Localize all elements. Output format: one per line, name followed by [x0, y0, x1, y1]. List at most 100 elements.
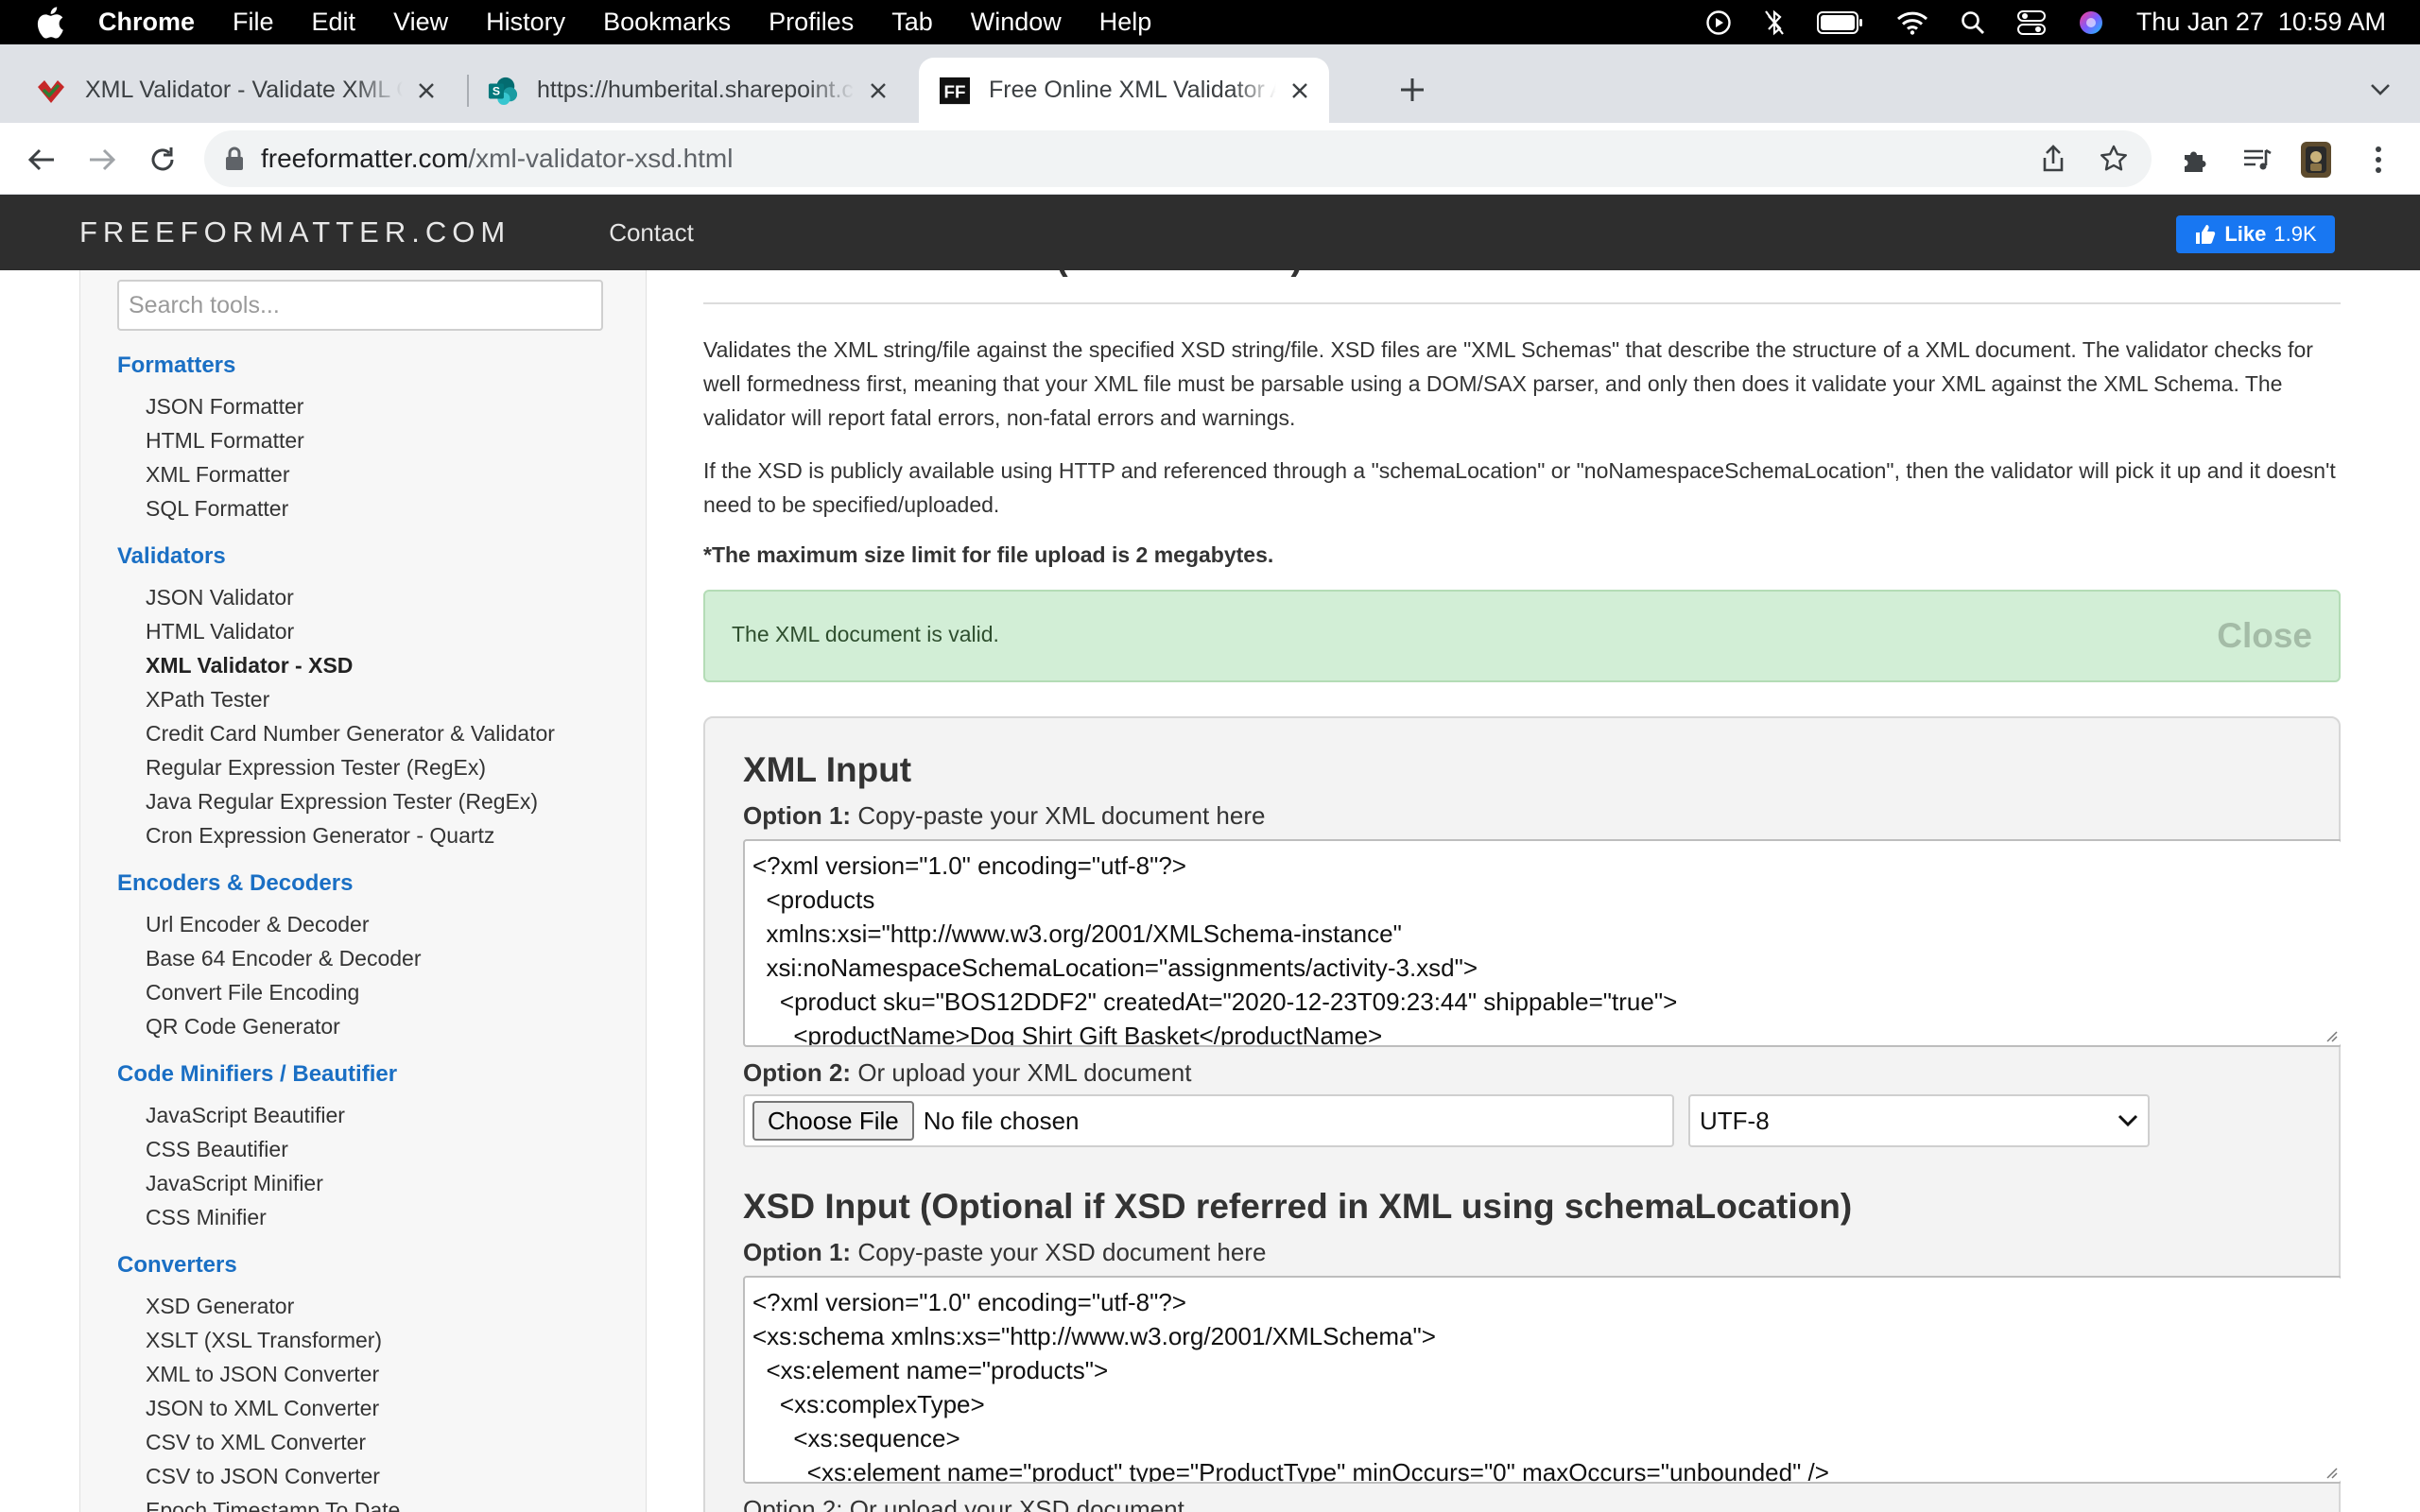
- tab-search-chevron-icon[interactable]: [2363, 73, 2397, 107]
- play-circle-icon[interactable]: [1705, 9, 1732, 36]
- tab-freeformatter[interactable]: FF Free Online XML Validator Against XSD: [919, 58, 1329, 123]
- menu-tab[interactable]: Tab: [891, 8, 933, 37]
- menu-file[interactable]: File: [233, 8, 274, 37]
- xml-option1-label: Option 1: Copy-paste your XML document h…: [743, 801, 1266, 830]
- tab-sharepoint[interactable]: S https://humberital.sharepoint.com: [473, 58, 908, 123]
- title-divider: [703, 302, 2341, 304]
- sidebar-item-convert-encoding[interactable]: Convert File Encoding: [146, 980, 359, 1005]
- sidebar-item-xml-to-json[interactable]: XML to JSON Converter: [146, 1362, 379, 1387]
- sharepoint-icon: S: [488, 76, 518, 106]
- sidebar-section-validators[interactable]: Validators: [117, 543, 226, 570]
- sidebar-item-xslt[interactable]: XSLT (XSL Transformer): [146, 1328, 382, 1353]
- back-arrow-icon[interactable]: [23, 141, 60, 179]
- sidebar-item-xpath-tester[interactable]: XPath Tester: [146, 687, 269, 713]
- sidebar-item-java-regex-tester[interactable]: Java Regular Expression Tester (RegEx): [146, 789, 538, 815]
- menu-edit[interactable]: Edit: [312, 8, 356, 37]
- upload-limit-note: *The maximum size limit for file upload …: [703, 542, 1274, 567]
- sidebar-item-css-beautifier[interactable]: CSS Beautifier: [146, 1137, 288, 1162]
- sidebar-item-xsd-generator[interactable]: XSD Generator: [146, 1294, 294, 1319]
- site-logo[interactable]: FREEFORMATTER.COM: [79, 215, 510, 249]
- sidebar-item-epoch-timestamp[interactable]: Epoch Timestamp To Date: [146, 1498, 400, 1512]
- browser-toolbar: freeformatter.com/xml-validator-xsd.html: [0, 123, 2420, 195]
- resize-handle-icon[interactable]: [2325, 1466, 2338, 1479]
- sidebar-item-html-validator[interactable]: HTML Validator: [146, 619, 294, 644]
- menu-profiles[interactable]: Profiles: [769, 8, 854, 37]
- sidebar-item-csv-to-xml[interactable]: CSV to XML Converter: [146, 1430, 366, 1455]
- alert-close-button[interactable]: Close: [2217, 616, 2312, 656]
- sidebar-item-csv-to-json[interactable]: CSV to JSON Converter: [146, 1464, 380, 1489]
- spotlight-search-icon[interactable]: [1961, 10, 1985, 35]
- lock-icon[interactable]: [225, 146, 244, 171]
- new-tab-plus-icon[interactable]: [1395, 73, 1429, 107]
- xml-encoding-select[interactable]: UTF-8: [1688, 1094, 2150, 1147]
- sidebar-item-js-minifier[interactable]: JavaScript Minifier: [146, 1171, 323, 1196]
- sidebar-item-json-to-xml[interactable]: JSON to XML Converter: [146, 1396, 379, 1421]
- menubar-clock[interactable]: Thu Jan 27 10:59 AM: [2136, 8, 2386, 37]
- sidebar-item-js-beautifier[interactable]: JavaScript Beautifier: [146, 1103, 345, 1128]
- menu-bookmarks[interactable]: Bookmarks: [603, 8, 731, 37]
- menu-help[interactable]: Help: [1099, 8, 1152, 37]
- sidebar-item-json-formatter[interactable]: JSON Formatter: [146, 394, 303, 420]
- xsd-input-textarea[interactable]: <?xml version="1.0" encoding="utf-8"?> <…: [743, 1276, 2341, 1484]
- sidebar-section-formatters[interactable]: Formatters: [117, 352, 235, 379]
- validator-form-panel: XML Input Option 1: Copy-paste your XML …: [703, 716, 2341, 1512]
- macos-menubar: Chrome File Edit View History Bookmarks …: [0, 0, 2420, 44]
- forward-arrow-icon[interactable]: [83, 141, 121, 179]
- sidebar-section-encoders[interactable]: Encoders & Decoders: [117, 870, 353, 897]
- menu-view[interactable]: View: [393, 8, 448, 37]
- schema-location-paragraph: If the XSD is publicly available using H…: [703, 458, 2336, 517]
- reload-icon[interactable]: [144, 141, 182, 179]
- sidebar-item-qr-code[interactable]: QR Code Generator: [146, 1014, 340, 1040]
- sidebar-item-regex-tester[interactable]: Regular Expression Tester (RegEx): [146, 755, 486, 781]
- sidebar-item-base64[interactable]: Base 64 Encoder & Decoder: [146, 946, 422, 971]
- svg-text:S: S: [493, 84, 500, 97]
- nav-contact-link[interactable]: Contact: [609, 218, 694, 248]
- sidebar-item-xml-validator-xsd[interactable]: XML Validator - XSD: [146, 653, 353, 679]
- sidebar-item-xml-formatter[interactable]: XML Formatter: [146, 462, 290, 488]
- description-paragraph: Validates the XML string/file against th…: [703, 337, 2313, 430]
- menu-window[interactable]: Window: [971, 8, 1062, 37]
- reading-list-icon[interactable]: [2238, 141, 2276, 179]
- sidebar-section-minifiers[interactable]: Code Minifiers / Beautifier: [117, 1061, 397, 1088]
- share-icon[interactable]: [2034, 140, 2072, 178]
- close-tab-icon[interactable]: [412, 77, 441, 105]
- thumbs-up-icon: [2196, 225, 2216, 244]
- bluetooth-off-icon[interactable]: [1764, 9, 1785, 37]
- xsd-option2-label: Option 2: Or upload your XSD document: [743, 1495, 1184, 1512]
- sidebar-item-css-minifier[interactable]: CSS Minifier: [146, 1205, 267, 1230]
- chrome-menu-kebab-icon[interactable]: [2360, 141, 2397, 179]
- close-tab-icon[interactable]: [1286, 77, 1314, 105]
- bookmark-star-icon[interactable]: [2095, 140, 2133, 178]
- sidebar-section-converters[interactable]: Converters: [117, 1252, 237, 1279]
- sidebar-item-url-encoder[interactable]: Url Encoder & Decoder: [146, 912, 370, 937]
- battery-icon[interactable]: [1816, 10, 1864, 35]
- xml-file-input[interactable]: Choose File No file chosen: [743, 1094, 1674, 1147]
- sidebar-item-json-validator[interactable]: JSON Validator: [146, 585, 294, 610]
- sidebar-item-credit-card[interactable]: Credit Card Number Generator & Validator: [146, 721, 555, 747]
- xml-choose-file-button[interactable]: Choose File: [752, 1101, 914, 1141]
- control-center-icon[interactable]: [2016, 9, 2046, 36]
- sidebar-item-sql-formatter[interactable]: SQL Formatter: [146, 496, 288, 522]
- extensions-puzzle-icon[interactable]: [2176, 141, 2214, 179]
- xsd-option1-label: Option 1: Copy-paste your XSD document h…: [743, 1238, 1267, 1266]
- profile-avatar[interactable]: [2297, 141, 2335, 179]
- sidebar-search-input[interactable]: [117, 280, 603, 331]
- wifi-icon[interactable]: [1896, 10, 1928, 35]
- xml-input-textarea[interactable]: <?xml version="1.0" encoding="utf-8"?> <…: [743, 839, 2341, 1047]
- tab-separator: [467, 75, 469, 107]
- encoding-value: UTF-8: [1700, 1106, 1770, 1135]
- close-tab-icon[interactable]: [864, 77, 892, 105]
- facebook-like-button[interactable]: Like 1.9K: [2176, 215, 2335, 253]
- siri-icon[interactable]: [2078, 9, 2104, 36]
- sidebar-item-cron-generator[interactable]: Cron Expression Generator - Quartz: [146, 823, 494, 849]
- menu-app-name[interactable]: Chrome: [98, 8, 195, 37]
- sidebar-item-html-formatter[interactable]: HTML Formatter: [146, 428, 304, 454]
- sidebar: Formatters JSON Formatter HTML Formatter…: [79, 270, 647, 1512]
- menu-history[interactable]: History: [486, 8, 565, 37]
- tab-xml-validator[interactable]: XML Validator - Validate XML Online: [19, 58, 456, 123]
- resize-handle-icon[interactable]: [2325, 1029, 2338, 1042]
- apple-icon[interactable]: [36, 6, 64, 39]
- address-bar[interactable]: freeformatter.com/xml-validator-xsd.html: [204, 130, 2152, 187]
- xml-file-status: No file chosen: [923, 1106, 1080, 1135]
- main-content: XML Validator - XSD (XML Schema) Validat…: [703, 270, 2341, 1512]
